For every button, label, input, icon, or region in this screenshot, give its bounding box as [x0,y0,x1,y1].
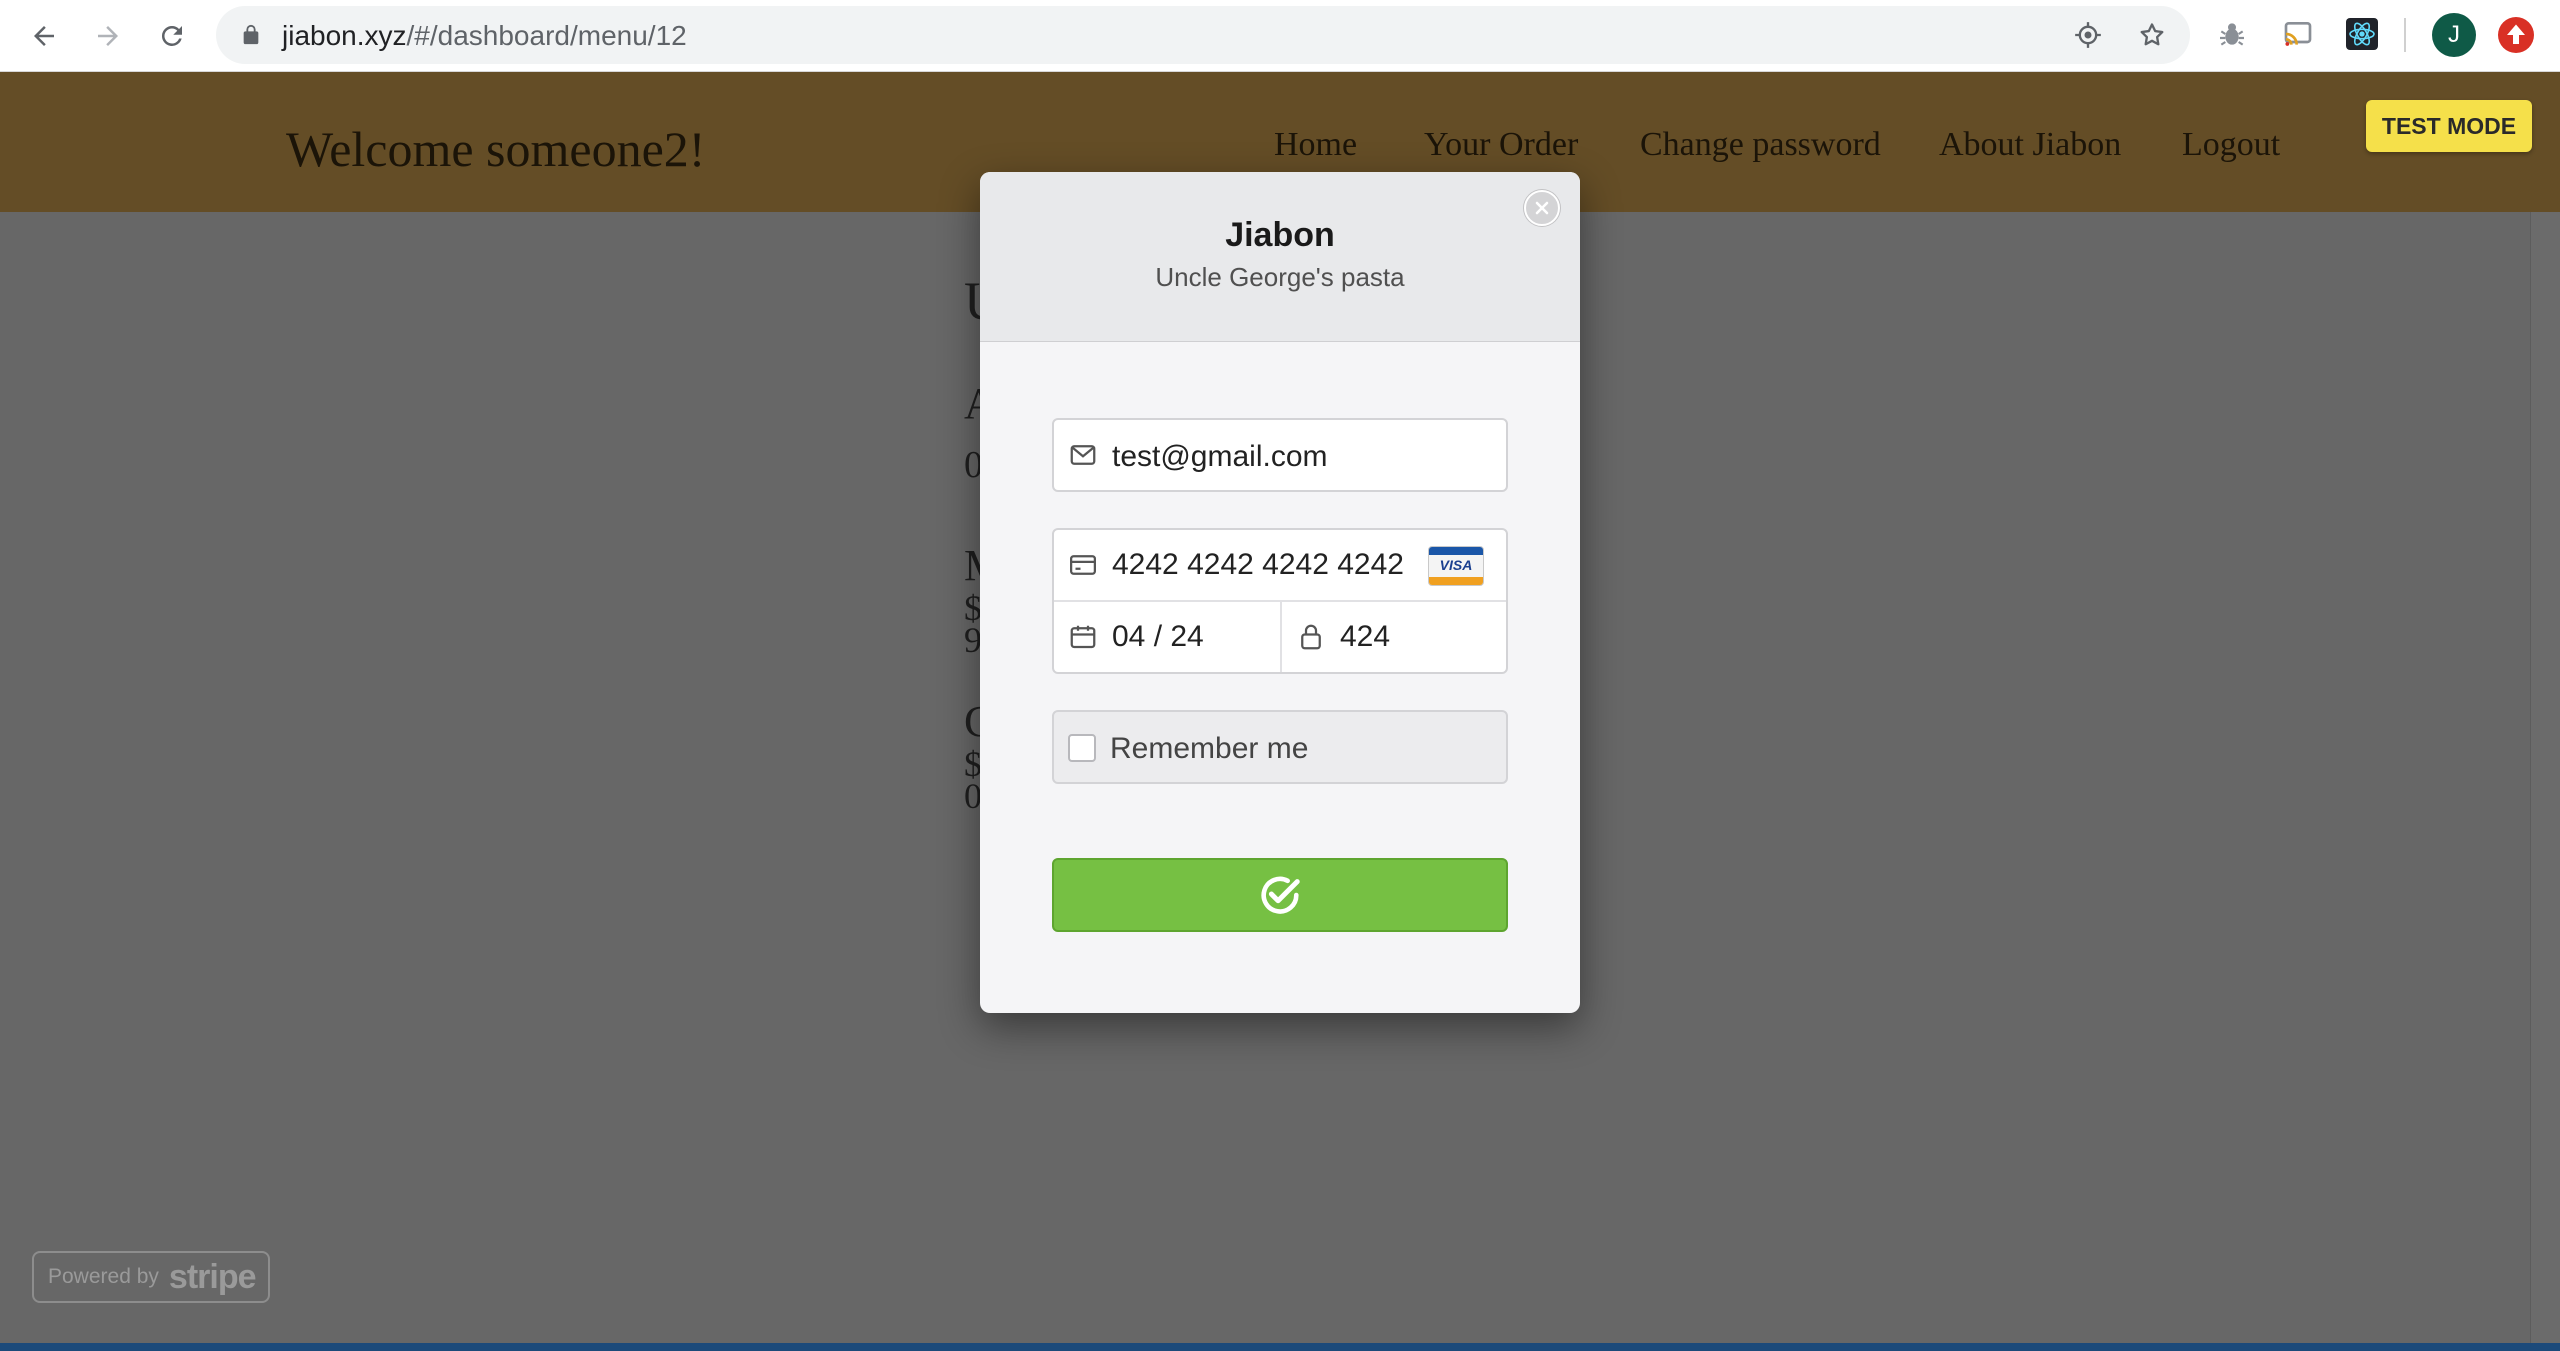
stripe-logo: stripe [168,1257,257,1296]
card-number-value: 4242 4242 4242 4242 [1112,548,1404,581]
reload-icon [161,25,182,46]
bug-extension-button[interactable] [2214,16,2250,52]
expiry-value: 04 / 24 [1112,620,1204,653]
close-button[interactable] [1524,190,1560,226]
toolbar-separator [2404,18,2406,52]
back-arrow-icon [34,26,54,46]
lock-icon[interactable] [240,24,262,46]
padlock-icon [1301,624,1321,650]
product-description: Uncle George's pasta [1155,262,1405,292]
cvc-value: 424 [1340,620,1391,653]
remember-me-checkbox[interactable] [1068,734,1096,762]
nav-logout[interactable]: Logout [2182,126,2280,164]
update-icon [2507,24,2525,44]
browser-toolbar: jiabon.xyz/#/dashboard/menu/12 J [0,0,2560,72]
merchant-name: Jiabon [1225,216,1335,254]
modal-header: Jiabon Uncle George's pasta [980,172,1580,342]
envelope-icon [1070,445,1096,465]
credit-card-icon [1070,555,1096,575]
forward-button[interactable] [84,12,132,60]
url-path: /#/dashboard/menu/12 [406,20,687,51]
powered-by-stripe-badge[interactable]: Powered by stripe [32,1251,270,1303]
close-icon [1535,201,1549,215]
star-icon[interactable] [2138,21,2166,49]
pay-button[interactable] [1052,858,1508,932]
email-field[interactable]: test@gmail.com [1052,418,1508,492]
powered-by-label: Powered by [48,1265,159,1288]
react-devtools-button[interactable] [2344,16,2380,52]
checkout-modal: Jiabon Uncle George's pasta test@gmail.c… [980,172,1580,1013]
card-brand-label: VISA [1439,557,1473,573]
card-details-group: 4242 4242 4242 4242 VISA 04 / 24 424 [1052,528,1508,674]
bug-extension-icon [2220,23,2244,46]
nav-change-password[interactable]: Change password [1640,126,1881,164]
visa-card-logo: VISA [1428,546,1484,586]
url-text[interactable]: jiabon.xyz/#/dashboard/menu/12 [282,20,687,52]
update-button[interactable] [2498,17,2534,53]
nav-your-order[interactable]: Your Order [1424,126,1578,164]
remember-me-row[interactable]: Remember me [1052,710,1508,784]
bottom-edge-bar [0,1343,2560,1351]
welcome-heading: Welcome someone2! [286,121,706,177]
location-icon[interactable] [2074,21,2102,49]
expiry-field[interactable]: 04 / 24 [1054,602,1280,672]
nav-about[interactable]: About Jiabon [1939,126,2121,164]
checkmark-circle-icon [1261,876,1300,914]
remember-me-label: Remember me [1110,732,1309,765]
nav-home[interactable]: Home [1274,126,1357,164]
card-number-field[interactable]: 4242 4242 4242 4242 VISA [1054,530,1506,600]
address-bar[interactable]: jiabon.xyz/#/dashboard/menu/12 [216,6,2190,64]
page-scrollbar[interactable] [2530,212,2560,1343]
url-host: jiabon.xyz [282,20,407,51]
profile-avatar[interactable]: J [2432,13,2476,57]
reload-button[interactable] [148,12,196,60]
back-button[interactable] [20,12,68,60]
react-devtools-icon [2346,18,2378,50]
email-value: test@gmail.com [1112,440,1328,473]
calendar-icon [1070,625,1096,649]
cast-extension-button[interactable] [2280,16,2316,52]
test-mode-badge: TEST MODE [2366,100,2532,152]
forward-arrow-icon [98,26,118,46]
cvc-field[interactable]: 424 [1282,602,1506,672]
cast-extension-icon [2284,22,2312,46]
